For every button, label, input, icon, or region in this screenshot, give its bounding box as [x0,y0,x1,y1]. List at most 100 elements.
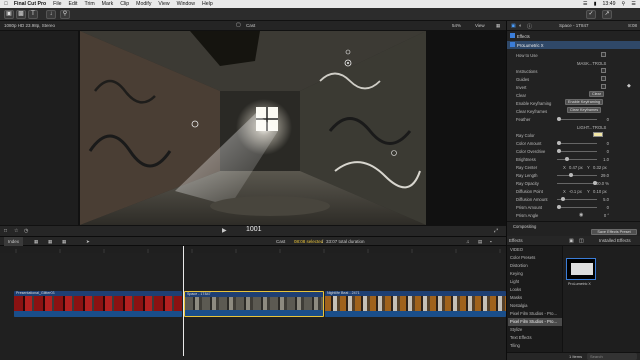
category-item[interactable]: Looks [508,286,562,294]
color-amount-value[interactable]: 0 [607,141,609,146]
timeline-clip[interactable]: Presentational_Glitter03 [14,291,182,317]
insert-icon[interactable]: ▦ [48,239,52,245]
wifi-icon[interactable]: ☰ [583,1,588,7]
background-tasks-icon[interactable]: ✓ [586,10,596,19]
battery-icon[interactable]: ▮ [594,1,597,7]
category-item[interactable]: Light [508,278,562,286]
share-icon[interactable]: ↗ [602,10,612,19]
snapping-icon[interactable]: ▪ [490,239,492,244]
view-menu[interactable]: View [475,23,485,28]
ray-opacity-value[interactable]: 100.0 % [594,181,609,186]
color-amount-knob[interactable] [557,140,561,145]
brightness-knob[interactable] [565,156,569,161]
category-item-selected[interactable]: Pixel Film Studios - Pro... [508,318,562,326]
category-item[interactable]: Pixel Film Studios - Pro... [508,310,562,318]
menu-mark[interactable]: Mark [102,1,114,7]
info-inspector-icon[interactable]: ⓘ [527,23,532,30]
transitions-browser-icon[interactable]: ◫ [579,238,584,244]
guides-checkbox[interactable] [601,76,606,81]
timeline-ruler[interactable] [0,246,506,253]
enable-keyframing-button[interactable]: Enable Keyframing [565,99,603,105]
import-icon[interactable]: ↓ [46,10,56,19]
menu-modify[interactable]: Modify [136,1,151,7]
category-item[interactable]: Stylize [508,326,562,334]
fullscreen-icon[interactable]: ⤢ [494,228,498,234]
save-effects-preset-button[interactable]: Save Effects Preset [591,229,637,235]
menu-help[interactable]: Help [202,1,213,7]
menu-edit[interactable]: Edit [69,1,78,7]
color-inspector-icon[interactable]: ◐ [519,23,522,29]
menu-window[interactable]: Window [177,1,195,7]
audio-skimming-icon[interactable]: ♫ [466,239,469,244]
ray-length-knob[interactable] [569,172,573,177]
timeline-clip-selected[interactable]: Space - 1T847 [184,291,324,317]
category-item[interactable]: Masks [508,294,562,302]
menu-app-name[interactable]: Final Cut Pro [14,1,46,7]
ray-length-value[interactable]: 29.0 [601,173,609,178]
clear-button[interactable]: Clear [589,91,604,97]
ray-color-swatch[interactable] [593,132,603,137]
menu-trim[interactable]: Trim [84,1,94,7]
timecode-display[interactable]: 1001 [246,226,262,233]
titles-icon[interactable]: T [28,10,38,19]
brightness-value[interactable]: 1.0 [603,157,609,162]
feather-value[interactable]: 0 [607,117,609,122]
menu-clip[interactable]: Clip [120,1,129,7]
effect-enable-checkbox[interactable] [510,42,515,47]
append-icon[interactable]: ▦ [34,239,38,245]
category-item[interactable]: Nostalgia [508,302,562,310]
category-item[interactable]: Distortion [508,262,562,270]
category-item[interactable]: Text Effects [508,334,562,342]
prism-amount-value[interactable]: 0 [607,205,609,210]
transform-icon[interactable]: □ [4,228,7,234]
brightness-slider[interactable] [557,158,597,160]
prism-angle-dial-icon[interactable]: ◉ [579,212,583,218]
overwrite-icon[interactable]: ▦ [62,239,66,245]
menu-view[interactable]: View [158,1,169,7]
keyword-icon[interactable]: ⚲ [60,10,70,19]
color-amount-slider[interactable] [557,142,597,144]
libraries-icon[interactable]: ▣ [4,10,14,19]
how-to-use-checkbox[interactable] [601,52,606,57]
color-overdrive-value[interactable]: 0 [607,149,609,154]
apple-icon[interactable]:  [4,1,8,7]
category-item[interactable]: VIDEO [508,246,562,254]
effect-header[interactable]: ProLumetric X [507,41,640,49]
diffusion-point-y[interactable]: 0.10 px [593,189,607,194]
timeline[interactable]: Presentational_Glitter03 Space - 1T847 N… [0,246,506,360]
menu-list-icon[interactable]: ☰ [631,1,636,7]
prism-amount-knob[interactable] [557,204,561,209]
keyframe-icon[interactable]: ◆ [627,83,631,89]
zoom-menu[interactable]: 54% [452,23,461,28]
category-item[interactable]: Tiling [508,342,562,350]
installed-effects-label[interactable]: Installed Effects [599,238,631,243]
effects-browser-icon[interactable]: ▣ [569,238,574,244]
clip-appearance-icon[interactable]: ▤ [478,239,482,245]
feather-slider-knob[interactable] [557,116,561,121]
clear-keyframes-button[interactable]: Clear Keyframes [567,107,601,113]
color-overdrive-slider[interactable] [557,150,597,152]
feather-slider[interactable] [557,118,597,120]
video-inspector-icon[interactable]: ▣ [511,23,516,29]
ray-center-x[interactable]: 0.47 px [569,165,583,170]
category-item[interactable]: Color Presets [508,254,562,262]
timeline-clip[interactable]: Nightlife Beat - 2471 [325,291,506,317]
effects-search-input[interactable]: Search [587,353,637,360]
prism-amount-slider[interactable] [557,206,597,208]
effects-section[interactable]: Effects [507,32,640,40]
ray-length-slider[interactable] [557,174,597,176]
speed-icon[interactable]: ◷ [24,228,28,234]
category-item[interactable]: Keying [508,270,562,278]
search-icon[interactable]: ⚲ [622,1,626,7]
play-button[interactable]: ▶ [222,227,227,234]
instructions-checkbox[interactable] [601,68,606,73]
ray-opacity-slider[interactable] [557,182,597,184]
effects-checkbox[interactable] [510,33,515,38]
menu-file[interactable]: File [53,1,61,7]
viewer-options-icon[interactable]: ▦ [496,23,500,29]
select-tool-icon[interactable]: ➤ [86,239,90,245]
invert-checkbox[interactable] [601,84,606,89]
diffusion-amount-value[interactable]: 5.0 [603,197,609,202]
photos-icon[interactable]: ▩ [16,10,26,19]
color-overdrive-knob[interactable] [557,148,561,153]
